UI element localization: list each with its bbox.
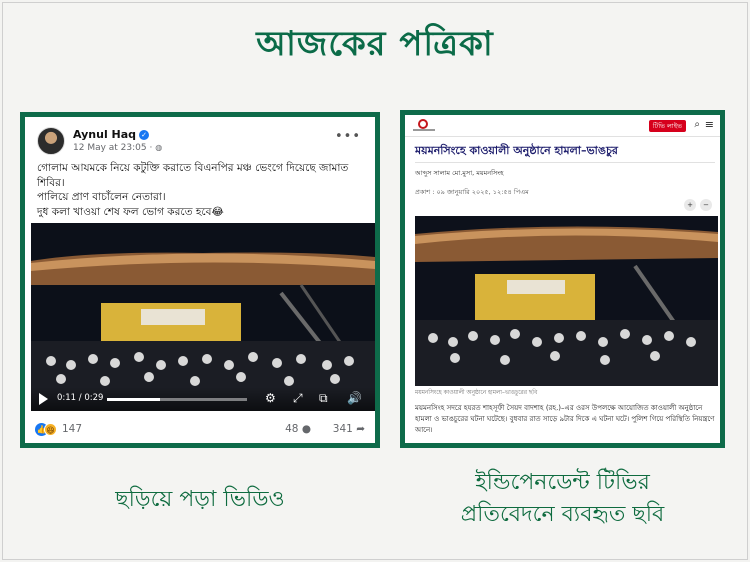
post-footer: 👍 😆 147 48 ● 341 ➦ <box>35 421 365 441</box>
volume-icon[interactable]: 🔊 <box>347 391 362 405</box>
post-text-line: পালিয়ে প্রাণ বাচাঁলেন নেতারা। <box>37 191 166 203</box>
post-author[interactable]: Aynul Haq ✓ <box>73 128 150 141</box>
comments-count[interactable]: 48 ● <box>285 423 311 435</box>
zoom-out-button[interactable]: − <box>700 199 712 211</box>
divider <box>415 162 715 163</box>
post-video[interactable]: 0:11 / 0:29 ⚙ ⤢ ⧉ 🔊 <box>31 223 375 411</box>
site-header: টিভি লাইভ ⌕ ≡ <box>405 115 720 137</box>
globe-icon: ◍ <box>155 143 163 152</box>
share-icon: ➦ <box>356 423 365 435</box>
post-time[interactable]: 12 May at 23:05 · ◍ <box>73 143 162 153</box>
play-icon[interactable] <box>39 393 48 405</box>
article-photo-image <box>415 216 718 386</box>
fullscreen-icon[interactable]: ⤢ <box>293 391 303 406</box>
settings-icon[interactable]: ⚙ <box>265 391 276 405</box>
photo-caption: ময়মনসিংহে কাওয়ালী অনুষ্ঠানে হামলা–ভাঙচ… <box>415 390 538 396</box>
post-text: গোলাম আযমকে নিয়ে কটুক্তি করাতে বিএনপির … <box>37 161 373 219</box>
article-photo <box>415 216 718 386</box>
avatar[interactable] <box>37 127 65 155</box>
post-time-text[interactable]: 12 May at 23:05 · <box>73 143 155 153</box>
report-photo-label-line2: প্রতিবেদনে ব্যবহৃত ছবি <box>460 502 665 527</box>
shares-count-text[interactable]: 341 <box>333 423 353 435</box>
post-header: Aynul Haq ✓ 12 May at 23:05 · ◍ ••• <box>37 127 365 161</box>
reactions-count[interactable]: 147 <box>62 423 82 435</box>
article-date: প্রকাশ : ০৯ জানুয়ারি ২০২৫, ১২:৫৪ পিএম <box>415 188 529 196</box>
live-tv-button[interactable]: টিভি লাইভ <box>648 120 686 132</box>
verified-icon: ✓ <box>139 130 150 140</box>
more-options-button[interactable]: ••• <box>335 129 361 144</box>
masthead-logo: আজকের পত্রিকা <box>256 24 494 64</box>
haha-icon: 😆 <box>44 423 57 436</box>
comment-icon: ● <box>301 423 311 435</box>
video-controls: 0:11 / 0:29 ⚙ ⤢ ⧉ 🔊 <box>31 387 375 411</box>
menu-icon[interactable]: ≡ <box>705 118 714 131</box>
article-author: আব্দুস সালাম মো.মুসা, ময়মনসিংহ <box>415 169 504 177</box>
video-frame <box>31 223 375 411</box>
search-icon[interactable]: ⌕ <box>694 119 700 130</box>
post-text-line: দুধ কলা খাওয়া শেষ ফল ভোগ করতে হবে😂 <box>37 205 224 218</box>
video-time: 0:11 / 0:29 <box>57 393 104 403</box>
post-text-line: গোলাম আযমকে নিয়ে কটুক্তি করাতে বিএনপির … <box>37 162 349 189</box>
zoom-in-button[interactable]: + <box>684 199 696 211</box>
video-progress-fill <box>107 398 161 401</box>
shares-count[interactable]: 341 ➦ <box>333 423 365 435</box>
comments-count-text[interactable]: 48 <box>285 423 298 435</box>
news-article-panel: টিভি লাইভ ⌕ ≡ ময়মনসিংহে কাওয়ালী অনুষ্ঠ… <box>400 110 725 448</box>
post-author-name[interactable]: Aynul Haq <box>73 128 136 141</box>
site-logo[interactable] <box>413 119 435 133</box>
facebook-post-panel: Aynul Haq ✓ 12 May at 23:05 · ◍ ••• গোলাম… <box>20 112 380 448</box>
article-body: ময়মনসিংহ সদরে হযরত শাহসূফী সৈয়দ বাদশাহ… <box>415 404 715 434</box>
video-progress-bar[interactable] <box>107 398 247 401</box>
article-headline: ময়মনসিংহে কাওয়ালী অনুষ্ঠানে হামলা–ভাঙচ… <box>415 144 618 157</box>
report-photo-label-line1: ইন্ডিপেনডেন্ট টিভির <box>475 470 650 495</box>
report-photo-label: ইন্ডিপেনডেন্ট টিভির প্রতিবেদনে ব্যবহৃত ছ… <box>400 467 725 531</box>
viral-video-label: ছড়িয়ে পড়া ভিডিও <box>115 487 285 512</box>
pip-icon[interactable]: ⧉ <box>319 391 328 406</box>
